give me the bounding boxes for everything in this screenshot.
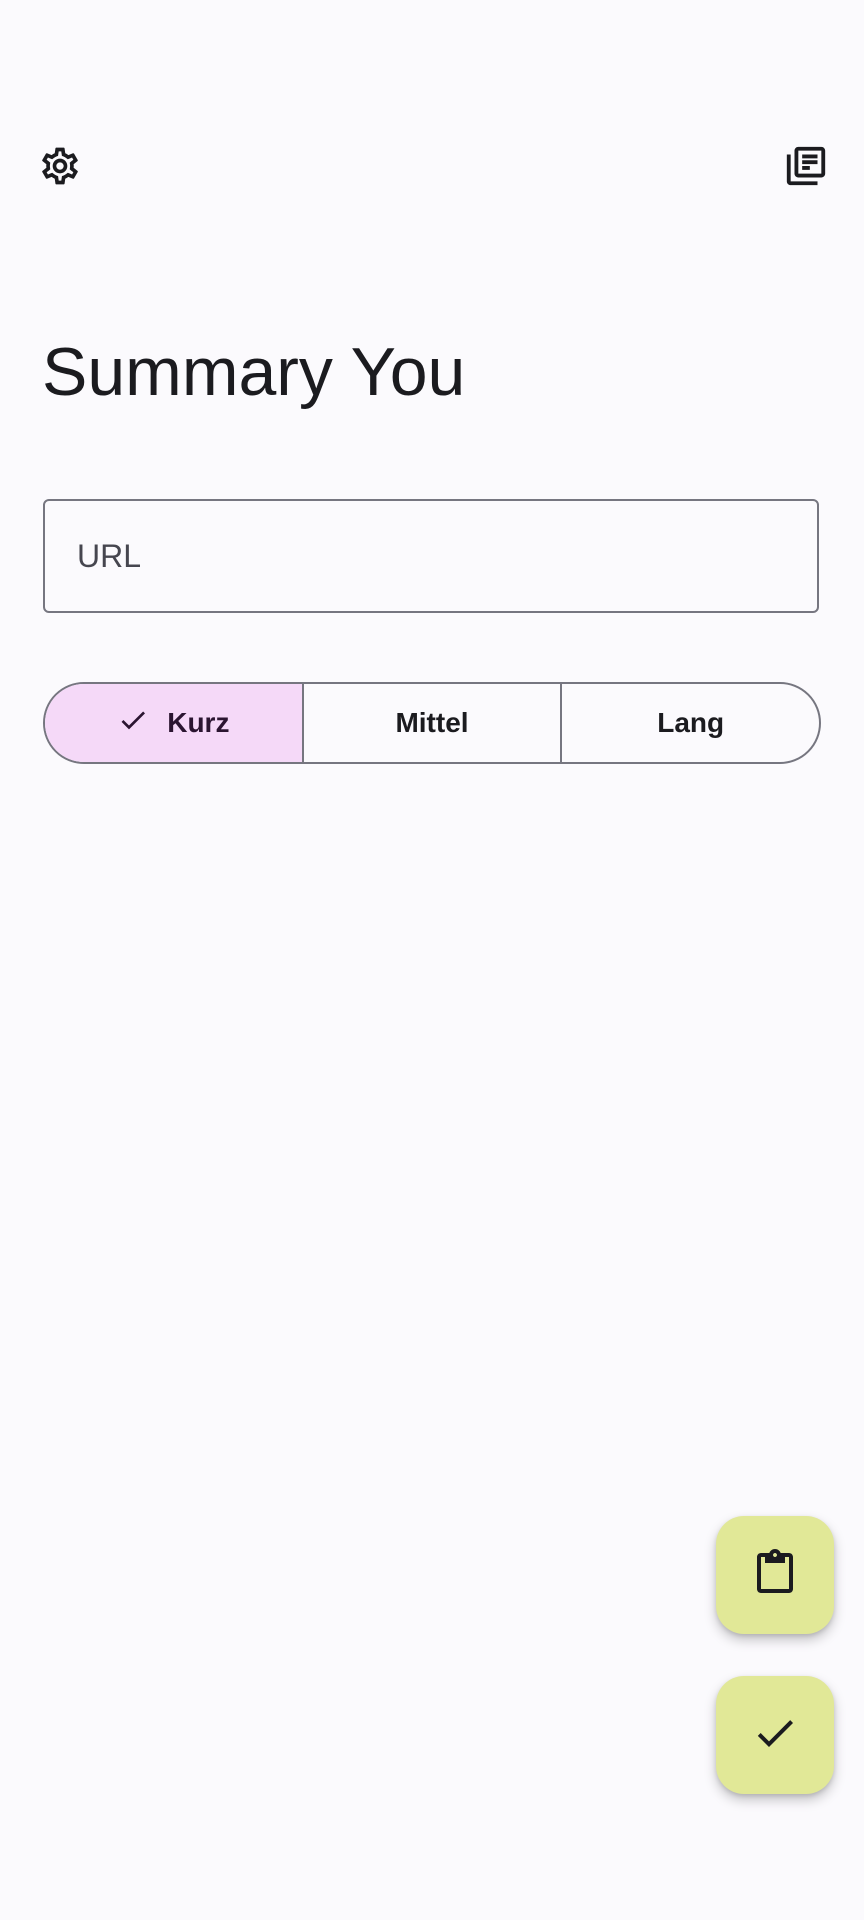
check-icon xyxy=(117,704,149,743)
check-icon xyxy=(751,1709,799,1762)
paste-button[interactable] xyxy=(716,1516,834,1634)
submit-button[interactable] xyxy=(716,1676,834,1794)
clipboard-icon xyxy=(751,1548,799,1602)
summaries-list-button[interactable] xyxy=(778,140,834,196)
gear-icon xyxy=(38,144,82,193)
url-input[interactable] xyxy=(45,501,817,611)
segment-label: Kurz xyxy=(167,707,230,738)
segment-label: Mittel xyxy=(395,707,469,738)
url-field[interactable] xyxy=(43,499,819,613)
segment-lang[interactable]: Lang xyxy=(560,684,819,762)
page-title: Summary You xyxy=(42,334,466,410)
settings-button[interactable] xyxy=(32,140,88,196)
segment-mittel[interactable]: Mittel xyxy=(301,684,561,762)
segment-kurz[interactable]: Kurz xyxy=(45,684,302,762)
segment-label: Lang xyxy=(657,707,725,738)
summary-length-selector: Kurz Mittel Lang xyxy=(43,682,821,764)
article-list-icon xyxy=(783,143,829,194)
